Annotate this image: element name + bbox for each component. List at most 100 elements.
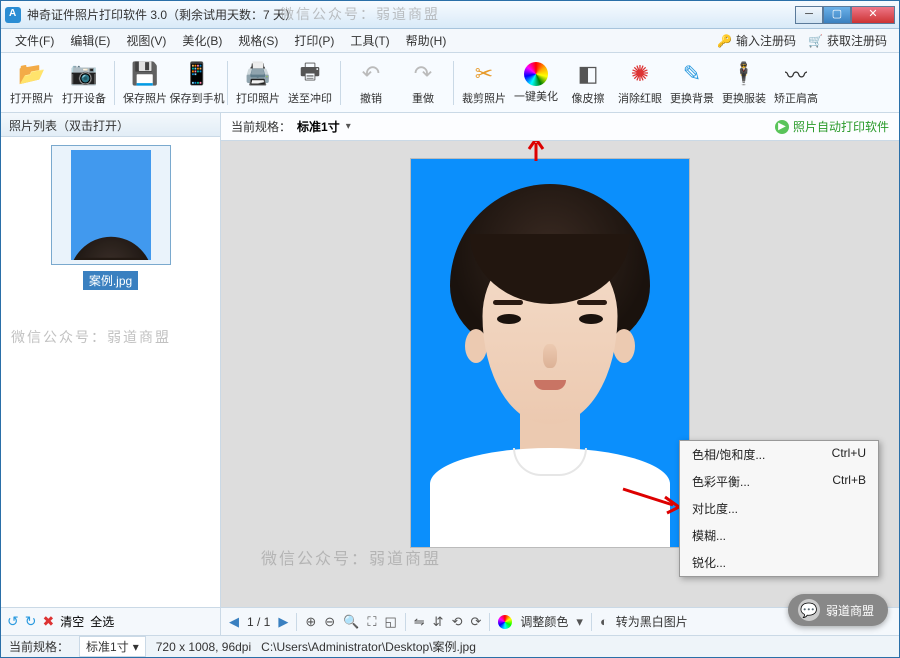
auto-print-link[interactable]: ▶ 照片自动打印软件 [775,118,889,135]
save-phone-button[interactable]: 📱保存到手机 [172,57,222,109]
beautify-label: 一键美化 [514,88,558,104]
send-print-label: 送至冲印 [288,90,332,106]
close-button[interactable]: ✕ [851,6,895,24]
ctx-label: 对比度... [692,500,738,517]
open-photo-label: 打开照片 [10,90,54,106]
eraser-label: 像皮擦 [572,90,605,106]
menu-spec[interactable]: 规格(S) [230,30,286,51]
save-phone-label: 保存到手机 [170,90,225,106]
minimize-button[interactable]: ─ [795,6,823,24]
get-key-button[interactable]: 🛒 获取注册码 [802,32,893,49]
open-photo-button[interactable]: 📂 打开照片 [7,57,57,109]
select-all-button[interactable]: 全选 [90,613,114,630]
undo-icon: ↶ [357,60,385,88]
ctx-color-balance[interactable]: 色彩平衡...Ctrl+B [680,468,878,495]
flip-v-icon[interactable]: ⇵ [433,614,444,630]
eraser-button[interactable]: ◧ 像皮擦 [563,57,613,109]
menu-file[interactable]: 文件(F) [7,30,62,51]
beautify-button[interactable]: 一键美化 [511,57,561,109]
ctx-sharpen[interactable]: 锐化... [680,549,878,576]
annotation-arrow-icon [621,487,681,517]
zoom-out-icon[interactable]: ⊖ [324,614,335,630]
annotation-arrow-icon [521,141,551,163]
watermark: 微信公众号：弱道商盟 [11,327,171,347]
thumbnail-frame [51,145,171,265]
shoulder-button[interactable]: 〰矫正肩高 [771,57,821,109]
menu-help[interactable]: 帮助(H) [398,30,455,51]
main-area: 当前规格： 标准1寸 ▾ 微信公众号：弱道商盟 ▶ 照片自动打印软件 [221,113,899,635]
print-photo-button[interactable]: 🖨️打印照片 [233,57,283,109]
camera-icon: 📷 [70,60,98,88]
save-icon: 💾 [131,60,159,88]
app-icon [5,7,21,23]
suit-icon: 🕴 [730,60,758,88]
wechat-label: 弱道商盟 [826,602,874,619]
send-print-button[interactable]: 🖶 送至冲印 [285,57,335,109]
menu-tools[interactable]: 工具(T) [342,30,397,51]
flip-h-icon[interactable]: ⇋ [414,614,425,630]
zoom-in-icon[interactable]: ⊕ [305,614,316,630]
menu-print[interactable]: 打印(P) [286,30,342,51]
change-bg-button[interactable]: ✎更换背景 [667,57,717,109]
open-device-button[interactable]: 📷打开设备 [59,57,109,109]
clear-button[interactable]: 清空 [60,613,84,630]
ctx-blur[interactable]: 模糊... [680,522,878,549]
canvas[interactable]: 色相/饱和度...Ctrl+U 色彩平衡...Ctrl+B 对比度... 模糊.… [221,141,899,607]
prev-page-icon[interactable]: ◀ [229,614,239,630]
save-photo-button[interactable]: 💾 保存照片 [120,57,170,109]
enter-key-button[interactable]: 🔑 输入注册码 [711,32,802,49]
color-adjust-icon [498,615,512,629]
redo-button[interactable]: ↷ 重做 [398,57,448,109]
delete-icon[interactable]: ✖ [42,613,54,630]
crop-button[interactable]: ✂裁剪照片 [459,57,509,109]
fullscreen-icon[interactable]: ⛶ [367,614,376,630]
dropdown-icon[interactable]: ▾ [576,614,583,630]
thumbnail-item[interactable]: 案例.jpg [51,145,171,290]
send-print-icon: 🖶 [296,60,324,88]
ctx-label: 色彩平衡... [692,473,750,490]
ctx-shortcut: Ctrl+U [832,446,866,463]
save-photo-label: 保存照片 [123,90,167,106]
spec-value: 标准1寸 [297,118,340,135]
next-page-icon[interactable]: ▶ [278,614,288,630]
ctx-hue-saturation[interactable]: 色相/饱和度...Ctrl+U [680,441,878,468]
sidebar-header: 照片列表（双击打开） [1,113,220,137]
eraser-icon: ◧ [574,60,602,88]
main-header: 当前规格： 标准1寸 ▾ 微信公众号：弱道商盟 ▶ 照片自动打印软件 [221,113,899,141]
redo-label: 重做 [412,90,434,106]
menu-view[interactable]: 视图(V) [118,30,174,51]
rotate-right-icon[interactable]: ↻ [25,613,37,630]
redeye-button[interactable]: ✺消除红眼 [615,57,665,109]
printer-icon: 🖨️ [244,60,272,88]
page-indicator: 1 / 1 [247,615,270,629]
thumbnail-caption: 案例.jpg [83,271,138,290]
wechat-icon: 💬 [798,599,820,621]
undo-label: 撤销 [360,90,382,106]
title-bar: 神奇证件照片打印软件 3.0（剩余试用天数：7 天） ─ ▢ ✕ [1,1,899,29]
status-spec-value[interactable]: 标准1寸▾ [79,636,146,657]
sidebar: 照片列表（双击打开） [1,113,221,635]
to-gray-button[interactable]: 转为黑白图片 [616,613,688,630]
folder-icon: 📂 [18,60,46,88]
crop-label: 裁剪照片 [462,90,506,106]
auto-print-label: 照片自动打印软件 [793,118,889,135]
sidebar-bottom-bar: ↺ ↻ ✖ 清空 全选 [1,607,220,635]
ctx-contrast[interactable]: 对比度... [680,495,878,522]
ctx-label: 锐化... [692,554,726,571]
maximize-button[interactable]: ▢ [823,6,851,24]
play-icon: ▶ [775,120,789,134]
redo-icon: ↷ [409,60,437,88]
adjust-color-button[interactable]: 调整颜色 [520,613,568,630]
menu-edit[interactable]: 编辑(E) [62,30,118,51]
zoom-fit-icon[interactable]: 🔍 [343,614,359,630]
undo-button[interactable]: ↶ 撤销 [346,57,396,109]
key-icon: 🔑 [717,34,732,48]
change-clothes-button[interactable]: 🕴更换服装 [719,57,769,109]
rotate-left-icon[interactable]: ⟲ [452,614,463,630]
rotate-left-icon[interactable]: ↺ [7,613,19,630]
rotate-right-icon[interactable]: ⟳ [470,614,481,630]
actual-size-icon[interactable]: ◱ [384,614,396,630]
menu-beautify[interactable]: 美化(B) [174,30,230,51]
spec-dropdown-icon[interactable]: ▾ [346,121,351,132]
redeye-icon: ✺ [626,60,654,88]
